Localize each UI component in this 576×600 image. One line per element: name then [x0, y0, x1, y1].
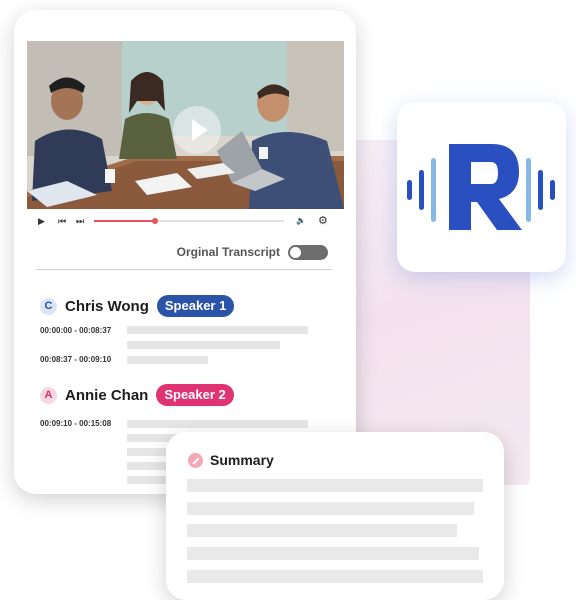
- transcript-toggle[interactable]: [288, 244, 328, 260]
- transcript-toggle-row: Orginal Transcript: [177, 243, 328, 261]
- avatar: A: [40, 386, 57, 404]
- play-overlay-button[interactable]: [173, 106, 221, 154]
- volume-icon[interactable]: 🔉: [296, 214, 306, 228]
- video-controls: ▶ ⏮ ⏭ 🔉 ⚙: [36, 214, 336, 228]
- summary-card: Summary: [166, 432, 504, 600]
- progress-slider[interactable]: [94, 218, 284, 224]
- skip-forward-icon[interactable]: ⏭: [76, 214, 84, 228]
- progress-fill: [94, 220, 155, 222]
- summary-header: Summary: [188, 452, 274, 468]
- magic-wand-icon: [188, 452, 203, 468]
- logo-card: [397, 102, 566, 272]
- sound-wave-r-logo: [407, 144, 555, 230]
- toggle-knob: [290, 246, 301, 258]
- video-player[interactable]: [27, 41, 344, 209]
- summary-line-placeholder: [187, 570, 483, 583]
- speaker-badge: Speaker 1: [156, 295, 235, 317]
- summary-line-placeholder: [187, 524, 457, 537]
- timestamp: 00:09:10 - 00:15:08: [40, 419, 112, 428]
- text-line-placeholder: [127, 356, 208, 364]
- speaker-name: Chris Wong: [65, 297, 149, 315]
- summary-line-placeholder: [187, 547, 479, 560]
- transcript-toggle-label: Orginal Transcript: [176, 245, 280, 259]
- skip-back-icon[interactable]: ⏮: [58, 214, 66, 228]
- progress-handle[interactable]: [151, 218, 158, 224]
- summary-line-placeholder: [187, 479, 483, 492]
- play-icon[interactable]: ▶: [38, 214, 45, 228]
- speaker-badge: Speaker 2: [156, 384, 234, 406]
- gear-icon[interactable]: ⚙: [318, 214, 328, 228]
- text-line-placeholder: [127, 341, 280, 349]
- summary-line-placeholder: [187, 502, 474, 515]
- timestamp: 00:00:00 - 00:08:37: [40, 326, 112, 335]
- divider: [36, 269, 332, 270]
- avatar: C: [40, 297, 57, 315]
- transcript-card: ▶ ⏮ ⏭ 🔉 ⚙ Orginal Transcript C Chris Won…: [14, 10, 356, 494]
- speaker-row-1: C Chris Wong Speaker 1: [40, 294, 235, 318]
- speaker-name: Annie Chan: [65, 386, 149, 404]
- text-line-placeholder: [127, 420, 308, 428]
- text-line-placeholder: [127, 326, 308, 334]
- summary-title: Summary: [210, 452, 274, 468]
- timestamp: 00:08:37 - 00:09:10: [40, 355, 112, 364]
- speaker-row-2: A Annie Chan Speaker 2: [40, 383, 234, 407]
